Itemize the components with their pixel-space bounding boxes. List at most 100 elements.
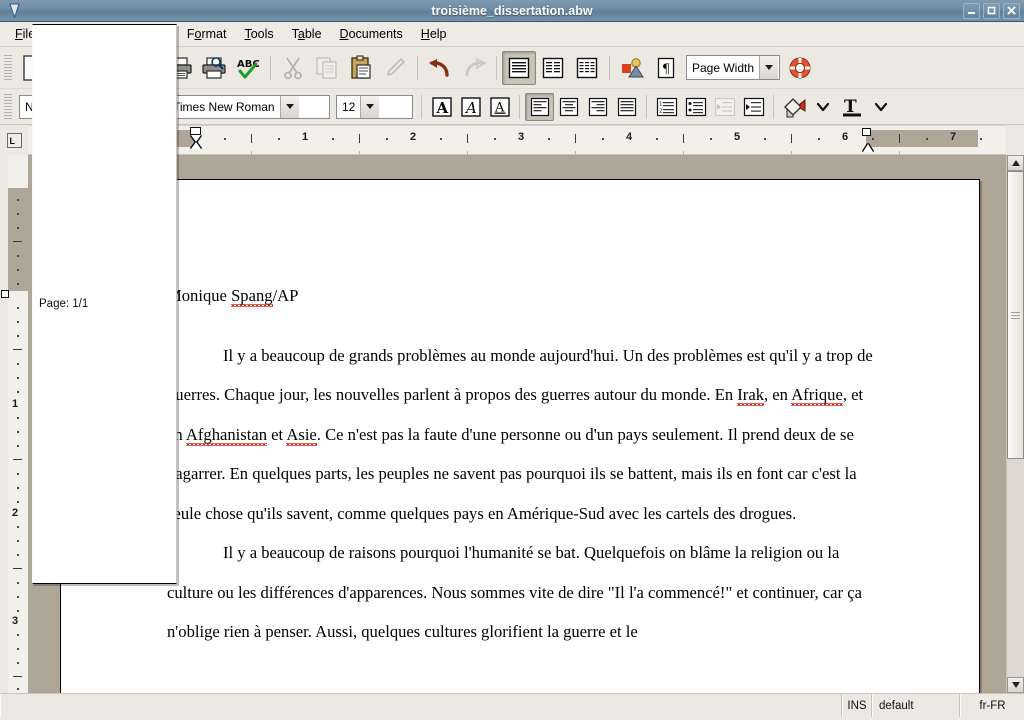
underline-button[interactable]: A bbox=[485, 93, 514, 121]
vertical-ruler-label: 1 bbox=[12, 398, 19, 410]
bold-button[interactable]: A bbox=[427, 93, 456, 121]
text-color-dropdown[interactable] bbox=[866, 93, 895, 121]
misspelled-word: Spang bbox=[231, 286, 273, 305]
scrollbar-track[interactable] bbox=[1007, 171, 1024, 677]
zoom-dropdown-arrow[interactable] bbox=[759, 56, 779, 79]
align-center-button[interactable] bbox=[554, 93, 583, 121]
document-byline: Monique Spang/AP bbox=[167, 286, 299, 305]
ruler-label: 5 bbox=[733, 131, 741, 143]
zoom-combo[interactable]: Page Width bbox=[686, 55, 780, 80]
three-column-button[interactable] bbox=[570, 51, 604, 85]
tab-stop-L-icon: L bbox=[6, 132, 22, 148]
spellcheck-button[interactable]: ABC bbox=[231, 51, 265, 85]
status-bar: Page: 1/1 INS default fr-FR bbox=[0, 24, 1024, 717]
menu-table[interactable]: Table bbox=[283, 24, 331, 44]
menu-format[interactable]: Format bbox=[178, 24, 236, 44]
svg-text:2: 2 bbox=[659, 108, 663, 114]
undo-button[interactable] bbox=[423, 51, 457, 85]
font-size-dropdown-arrow[interactable] bbox=[360, 95, 380, 118]
toolbar-separator bbox=[609, 55, 610, 80]
maximize-button[interactable] bbox=[983, 2, 1000, 19]
cut-button[interactable] bbox=[276, 51, 310, 85]
top-margin-marker[interactable] bbox=[1, 290, 9, 298]
help-button[interactable] bbox=[783, 51, 817, 85]
ruler-label: 7 bbox=[949, 131, 957, 143]
menu-help[interactable]: Help bbox=[412, 24, 456, 44]
two-column-button[interactable] bbox=[536, 51, 570, 85]
text-color-button[interactable]: T bbox=[837, 93, 866, 121]
insert-image-button[interactable] bbox=[615, 51, 649, 85]
toolbar-separator bbox=[270, 55, 271, 80]
ruler-label: 6 bbox=[841, 131, 849, 143]
font-size-combo[interactable]: 12 bbox=[336, 94, 413, 119]
language-indicator[interactable]: fr-FR bbox=[960, 694, 1024, 717]
font-family-dropdown-arrow[interactable] bbox=[279, 95, 299, 118]
redo-button[interactable] bbox=[457, 51, 491, 85]
svg-text:A: A bbox=[435, 99, 448, 117]
minimize-button[interactable] bbox=[963, 2, 980, 19]
format-painter-button[interactable] bbox=[378, 51, 412, 85]
window-controls bbox=[963, 2, 1020, 19]
ruler-label: 2 bbox=[409, 131, 417, 143]
ruler-corner[interactable]: L bbox=[0, 125, 28, 155]
misspelled-word: Afghanistan bbox=[185, 424, 268, 444]
ruler-label: 1 bbox=[301, 131, 309, 143]
close-button[interactable] bbox=[1003, 2, 1020, 19]
title-bar: troisième_dissertation.abw bbox=[0, 0, 1024, 22]
align-left-button[interactable] bbox=[525, 92, 554, 121]
bulleted-list-button[interactable] bbox=[681, 93, 710, 121]
font-family-combo[interactable]: Times New Roman bbox=[167, 94, 330, 119]
text-run: et bbox=[267, 424, 287, 444]
italic-button[interactable]: A bbox=[456, 93, 485, 121]
font-size-value: 12 bbox=[342, 99, 356, 114]
toolbar-grip[interactable] bbox=[4, 54, 12, 81]
vertical-scrollbar[interactable] bbox=[1006, 155, 1024, 693]
status-message bbox=[0, 694, 842, 717]
toolbar-separator bbox=[421, 94, 422, 119]
insert-mode-indicator[interactable]: INS bbox=[842, 694, 872, 717]
toolbar-separator bbox=[417, 55, 418, 80]
left-indent-marker[interactable] bbox=[190, 127, 201, 149]
scrollbar-thumb[interactable] bbox=[1007, 171, 1024, 460]
document-paragraph: Il y a beaucoup de raisons pourquoi l'hu… bbox=[167, 533, 879, 652]
misspelled-word: Irak bbox=[737, 385, 764, 404]
vertical-ruler-label: 3 bbox=[12, 615, 19, 627]
text-run: , en bbox=[764, 385, 792, 404]
right-indent-marker[interactable] bbox=[862, 128, 873, 152]
menu-documents[interactable]: Documents bbox=[331, 24, 412, 44]
document-text-area[interactable]: Monique Spang/AP Il y a beaucoup de gran… bbox=[61, 180, 979, 652]
scroll-down-button[interactable] bbox=[1007, 677, 1024, 693]
one-column-button[interactable] bbox=[502, 50, 536, 85]
abiword-icon bbox=[3, 2, 25, 20]
ruler-label: 3 bbox=[517, 131, 525, 143]
show-formatting-marks-button[interactable]: ¶ bbox=[649, 51, 683, 85]
highlight-color-dropdown[interactable] bbox=[808, 93, 837, 121]
vertical-ruler-label: 2 bbox=[12, 507, 19, 519]
window-title: troisième_dissertation.abw bbox=[431, 3, 593, 18]
increase-indent-button[interactable] bbox=[739, 93, 768, 121]
highlight-color-button[interactable] bbox=[779, 93, 808, 121]
toolbar-separator bbox=[773, 94, 774, 119]
copy-button[interactable] bbox=[310, 51, 344, 85]
svg-text:A: A bbox=[464, 99, 477, 117]
top-margin-band bbox=[8, 188, 28, 291]
toolbar-separator bbox=[646, 94, 647, 119]
menu-tools[interactable]: Tools bbox=[235, 24, 282, 44]
align-right-button[interactable] bbox=[583, 93, 612, 121]
document-page[interactable]: Monique Spang/AP Il y a beaucoup de gran… bbox=[60, 179, 980, 693]
ruler-label: 4 bbox=[625, 131, 633, 143]
decrease-indent-button[interactable] bbox=[710, 93, 739, 121]
scrollbar-grip-icon bbox=[1011, 311, 1020, 319]
page-indicator: Page: 1/1 bbox=[32, 24, 177, 584]
align-justify-button[interactable] bbox=[612, 93, 641, 121]
toolbar-grip[interactable] bbox=[4, 93, 12, 120]
vertical-ruler[interactable]: 1 2 3 bbox=[0, 155, 28, 693]
print-preview-button[interactable] bbox=[197, 51, 231, 85]
style-mode-indicator[interactable]: default bbox=[872, 694, 960, 717]
text-run: Il y a beaucoup de raisons pourquoi l'hu… bbox=[167, 543, 862, 641]
scroll-up-button[interactable] bbox=[1007, 155, 1024, 171]
svg-text:¶: ¶ bbox=[662, 62, 670, 77]
numbered-list-button[interactable]: 12 bbox=[652, 93, 681, 121]
misspelled-word: Afrique bbox=[791, 385, 843, 404]
paste-button[interactable] bbox=[344, 51, 378, 85]
